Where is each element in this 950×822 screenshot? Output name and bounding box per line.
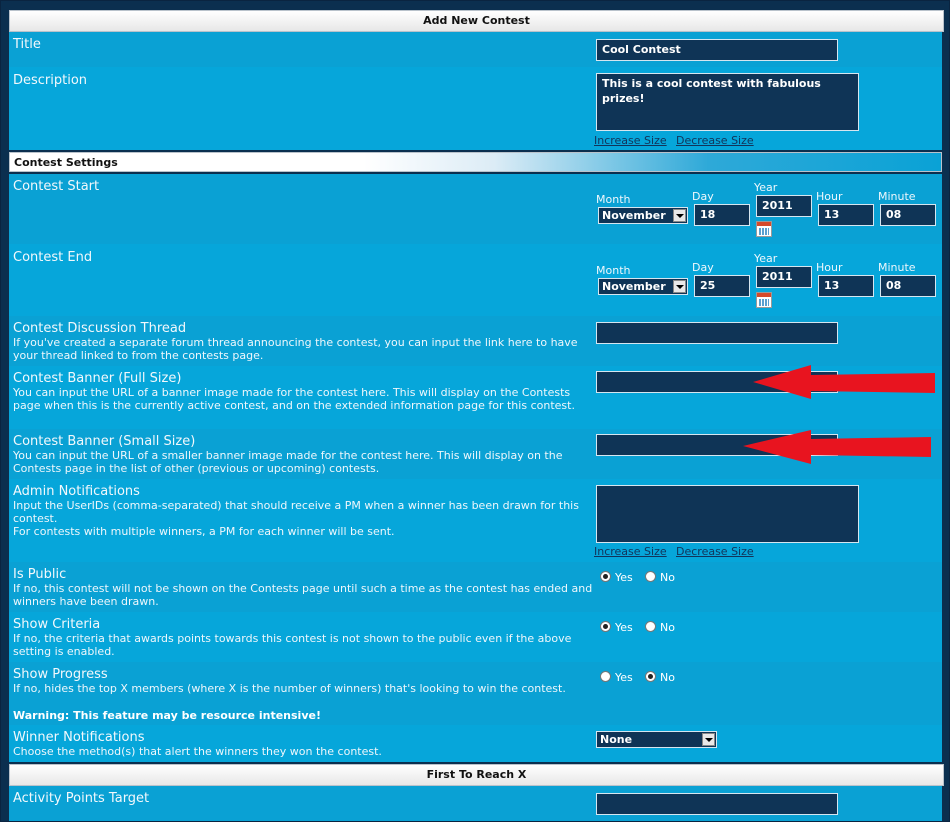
show-progress-yes-label: Yes [615,671,633,684]
contest-settings-header: Contest Settings [9,152,942,172]
contest-form: Add New Contest Title Cool Contest Descr… [0,0,950,822]
start-month-select[interactable]: November [598,207,688,224]
chevron-down-icon [673,280,686,293]
show-progress-warning: Warning: This feature may be resource in… [13,709,321,722]
title-input[interactable]: Cool Contest [596,39,838,61]
start-year-caption: Year [754,181,778,194]
end-year-caption: Year [754,252,778,265]
is-public-no-radio[interactable] [645,571,656,582]
discussion-thread-label: Contest Discussion Thread [13,321,187,336]
start-hour-input[interactable]: 13 [818,204,874,226]
title-row: Title Cool Contest [9,32,942,67]
show-progress-no-radio[interactable] [645,671,656,682]
contest-end-label: Contest End [13,250,93,265]
banner-full-desc: You can input the URL of a banner image … [13,386,575,412]
end-month-value: November [602,280,666,293]
start-minute-input[interactable]: 08 [880,204,936,226]
show-progress-label: Show Progress [13,667,108,682]
show-criteria-yes-label: Yes [615,621,633,634]
end-month-select[interactable]: November [598,278,688,295]
end-hour-caption: Hour [816,261,843,274]
discussion-thread-desc: If you've created a separate forum threa… [13,336,578,362]
admin-decrease-size-link[interactable]: Decrease Size [676,545,754,558]
banner-small-desc: You can input the URL of a smaller banne… [13,449,563,475]
show-criteria-label: Show Criteria [13,617,101,632]
show-progress-desc: If no, hides the top X members (where X … [13,682,566,695]
first-to-reach-header: First To Reach X [9,764,944,786]
show-progress-no-label: No [660,671,675,684]
admin-notifications-label: Admin Notifications [13,484,140,499]
admin-notifications-desc: Input the UserIDs (comma-separated) that… [13,499,579,525]
admin-increase-size-link[interactable]: Increase Size [594,545,667,558]
show-criteria-no-label: No [660,621,675,634]
start-year-input[interactable]: 2011 [756,195,812,217]
end-day-input[interactable]: 25 [694,275,750,297]
contest-start-label: Contest Start [13,179,100,194]
chevron-down-icon [702,733,715,746]
banner-full-label: Contest Banner (Full Size) [13,371,182,386]
end-minute-input[interactable]: 08 [880,275,936,297]
is-public-yes-label: Yes [615,571,633,584]
winner-notifications-label: Winner Notifications [13,730,145,745]
end-month-caption: Month [596,264,631,277]
chevron-down-icon [673,209,686,222]
admin-notifications-textarea[interactable] [596,485,859,543]
start-month-value: November [602,209,666,222]
show-progress-row: Show Progress If no, hides the top X mem… [9,662,942,725]
is-public-yes-radio[interactable] [600,571,611,582]
is-public-desc: If no, this contest will not be shown on… [13,582,593,608]
show-criteria-yes-radio[interactable] [600,621,611,632]
discussion-thread-row: Contest Discussion Thread If you've crea… [9,316,942,366]
activity-points-label: Activity Points Target [13,791,150,806]
title-label: Title [13,37,41,52]
winner-notifications-value: None [600,733,633,746]
form-header: Add New Contest [9,10,944,32]
calendar-icon[interactable] [756,292,772,308]
description-textarea[interactable]: This is a cool contest with fabulous pri… [596,73,859,131]
discussion-thread-input[interactable] [596,322,838,344]
start-day-caption: Day [692,190,714,203]
admin-notifications-row: Admin Notifications Input the UserIDs (c… [9,479,942,562]
show-progress-yes-radio[interactable] [600,671,611,682]
end-year-input[interactable]: 2011 [756,266,812,288]
is-public-row: Is Public If no, this contest will not b… [9,562,942,612]
end-minute-caption: Minute [878,261,916,274]
annotation-arrow-icon [743,430,931,464]
contest-end-row: Contest End Month Day Year Hour Minute N… [9,244,942,316]
show-criteria-desc: If no, the criteria that awards points t… [13,632,572,658]
start-hour-caption: Hour [816,190,843,203]
end-day-caption: Day [692,261,714,274]
description-label: Description [13,73,88,88]
winner-notifications-select[interactable]: None [596,731,717,748]
description-increase-size-link[interactable]: Increase Size [594,134,667,147]
winner-notifications-desc: Choose the method(s) that alert the winn… [13,745,382,758]
is-public-no-label: No [660,571,675,584]
description-row: Description This is a cool contest with … [9,67,942,150]
activity-points-row: Activity Points Target [9,786,942,821]
start-minute-caption: Minute [878,190,916,203]
description-decrease-size-link[interactable]: Decrease Size [676,134,754,147]
admin-notifications-desc-2: For contests with multiple winners, a PM… [13,525,395,538]
annotation-arrow-icon [753,365,935,399]
start-day-input[interactable]: 18 [694,204,750,226]
banner-small-label: Contest Banner (Small Size) [13,434,196,449]
calendar-icon[interactable] [756,221,772,237]
show-criteria-no-radio[interactable] [645,621,656,632]
is-public-label: Is Public [13,567,67,582]
winner-notifications-row: Winner Notifications Choose the method(s… [9,725,942,762]
contest-start-row: Contest Start Month Day Year Hour Minute… [9,174,942,244]
end-hour-input[interactable]: 13 [818,275,874,297]
activity-points-input[interactable] [596,793,838,815]
show-criteria-row: Show Criteria If no, the criteria that a… [9,612,942,662]
start-month-caption: Month [596,193,631,206]
